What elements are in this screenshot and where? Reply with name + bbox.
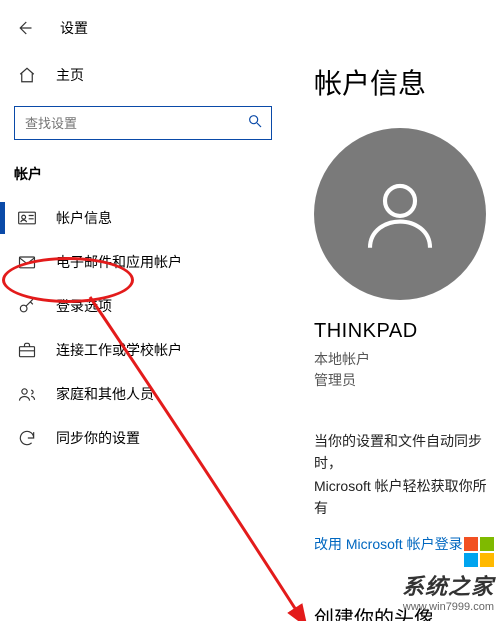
account-type-admin: 管理员 [314,370,500,390]
id-card-icon [16,207,38,229]
person-icon [355,169,445,259]
search-field[interactable] [25,116,247,131]
home-button[interactable]: 主页 [0,56,280,94]
home-label: 主页 [56,65,84,85]
mail-icon [16,251,38,273]
sidebar: 主页 帐户 帐户信息 电子邮件和应用帐户 [0,50,280,621]
search-input[interactable] [14,106,272,140]
back-button[interactable] [10,14,38,42]
avatar [314,128,486,300]
section-title: 帐户 [0,158,280,196]
nav-item-email[interactable]: 电子邮件和应用帐户 [0,240,280,284]
window-title: 设置 [60,18,88,38]
arrow-left-icon [15,19,33,37]
nav-label: 帐户信息 [56,208,112,228]
nav-label: 连接工作或学校帐户 [56,340,182,360]
nav-label: 电子邮件和应用帐户 [56,252,182,272]
nav-item-work-school[interactable]: 连接工作或学校帐户 [0,328,280,372]
sync-icon [16,427,38,449]
main-panel: 帐户信息 THINKPAD 本地帐户 管理员 当你的设置和文件自动同步时， Mi… [280,50,500,621]
account-type-local: 本地帐户 [314,349,500,370]
home-icon [16,64,38,86]
windows-logo-icon [464,537,494,567]
watermark: 系统之家 www.win7999.com [402,537,494,613]
briefcase-icon [16,339,38,361]
nav-item-signin-options[interactable]: 登录选项 [0,284,280,328]
sync-description: 当你的设置和文件自动同步时， Microsoft 帐户轻松获取你所有 [314,430,500,520]
nav-item-account-info[interactable]: 帐户信息 [0,196,280,240]
nav-label: 家庭和其他人员 [56,384,154,404]
watermark-url: www.win7999.com [402,601,494,613]
nav-label: 登录选项 [56,296,112,316]
people-icon [16,383,38,405]
key-icon [16,295,38,317]
nav-label: 同步你的设置 [56,428,140,448]
watermark-brand: 系统之家 [402,569,494,601]
search-icon [247,113,263,134]
nav-item-sync[interactable]: 同步你的设置 [0,416,280,460]
page-heading: 帐户信息 [314,62,500,102]
account-name: THINKPAD [314,320,500,343]
nav-item-family[interactable]: 家庭和其他人员 [0,372,280,416]
